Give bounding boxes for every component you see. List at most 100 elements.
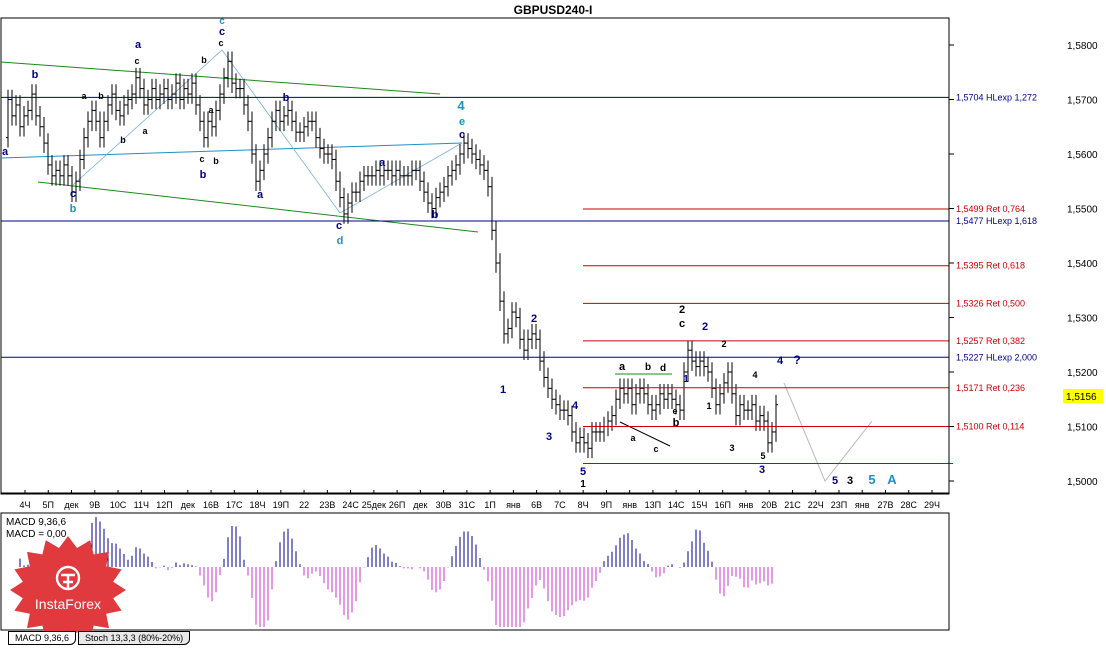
wave-label: ?	[793, 353, 800, 367]
level-label: 1,5477 HLexp 1,618	[956, 216, 1037, 226]
level-label: 1,5100 Ret 0,114	[956, 422, 1024, 432]
time-tick-label: 13П	[645, 500, 661, 510]
time-tick-label: 22	[299, 500, 309, 510]
time-tick-label: 23П	[831, 500, 847, 510]
wave-label: 2	[679, 304, 685, 316]
wave-label: d	[337, 235, 344, 247]
wave-label: 5	[580, 466, 586, 478]
wave-label: b	[645, 362, 651, 373]
logo-text: InstaForex	[34, 596, 102, 612]
chart-canvas: 1,5704 HLexp 1,272 1,5499 Ret 0,764 1,5477…	[0, 3, 1103, 631]
tab-stoch[interactable]: Stoch 13,3,3 (80%-20%)	[78, 631, 191, 645]
wave-label: c	[134, 56, 139, 66]
wave-label: 4	[572, 400, 579, 412]
wave-label: c	[199, 154, 204, 164]
wave-label: 2	[721, 339, 726, 349]
time-tick-label: янв	[506, 500, 521, 510]
time-tick-label: 19П	[273, 500, 289, 510]
time-tick-label: 12П	[156, 500, 172, 510]
wave-label: b	[98, 91, 104, 101]
price-tick-label: 1,5800	[1067, 41, 1098, 52]
chart-window: 1,5704 HLexp 1,272 1,5499 Ret 0,764 1,5477…	[0, 0, 1106, 661]
time-tick-label: 23В	[319, 500, 335, 510]
time-tick-label: 31С	[459, 500, 476, 510]
level-label: 1,5326 Ret 0,500	[956, 298, 1025, 308]
wave-label: a	[257, 189, 264, 201]
time-tick-label: 8Ч	[578, 500, 589, 510]
time-tick-label: янв	[622, 500, 637, 510]
wave-label: 3	[759, 464, 765, 476]
wave-label: 2	[531, 313, 537, 325]
wave-label: d	[660, 363, 666, 374]
tab-macd[interactable]: MACD 9,36,6	[8, 631, 77, 645]
price-tick-label: 1,5200	[1067, 368, 1098, 379]
indicator-tab-bar: MACD 9,36,6 Stoch 13,3,3 (80%-20%)	[8, 631, 191, 645]
level-label: 1,5704 HLexp 1,272	[956, 92, 1037, 102]
wave-label: c	[70, 188, 76, 200]
wave-label: 3	[546, 431, 552, 443]
wave-label: 1	[706, 401, 711, 411]
price-tick-label: 1,5300	[1067, 314, 1098, 325]
time-tick-label: 26П	[389, 500, 405, 510]
wave-label: 4	[777, 355, 784, 367]
wave-label: e	[672, 406, 677, 416]
time-tick-label: 9П	[601, 500, 612, 510]
time-tick-label: 29Ч	[924, 500, 940, 510]
time-tick-label: 28С	[900, 500, 917, 510]
wave-label: b	[32, 69, 39, 81]
wave-label: b	[213, 156, 219, 166]
wave-label: a	[379, 157, 386, 169]
indicator-label: MACD 9,36,6	[6, 517, 66, 528]
wave-label: A	[887, 472, 897, 487]
wave-label: e	[459, 116, 465, 128]
level-label: 1,5257 Ret 0,382	[956, 336, 1025, 346]
wave-label: b	[283, 92, 290, 104]
wave-label: b	[120, 135, 126, 145]
time-tick-label: 27В	[877, 500, 893, 510]
price-tick-label: 1,5000	[1067, 477, 1098, 488]
wave-label: b	[673, 417, 680, 429]
wave-label: 3	[847, 475, 853, 487]
price-tick-label: 1,5600	[1067, 150, 1098, 161]
wave-label: 1	[580, 479, 586, 490]
time-tick-label: янв	[855, 500, 870, 510]
wave-label: a	[2, 146, 9, 158]
level-label: 1,5395 Ret 0,618	[956, 261, 1025, 271]
price-tick-label: 1,5400	[1067, 259, 1098, 270]
price-tick-label: 1,5700	[1067, 96, 1098, 107]
wave-label: b	[200, 169, 207, 181]
wave-label: a	[619, 361, 626, 373]
wave-label: 5	[832, 475, 838, 487]
time-tick-label: 16П	[714, 500, 730, 510]
level-label: 1,5499 Ret 0,764	[956, 204, 1025, 214]
macd-panel	[0, 512, 950, 631]
level-label: 1,5171 Ret 0,236	[956, 383, 1025, 393]
time-tick-label: 4Ч	[19, 500, 30, 510]
wave-label: 1	[500, 384, 506, 396]
time-tick-label: 6В	[531, 500, 542, 510]
chart-title: GBPUSD240-I	[514, 3, 593, 17]
time-tick-label: 22Ч	[808, 500, 824, 510]
wave-label: 1	[683, 374, 689, 385]
time-tick-label: 1П	[484, 500, 495, 510]
wave-label: b	[201, 55, 207, 65]
wave-label: 3	[729, 443, 734, 453]
time-tick-label: 11Ч	[134, 500, 149, 510]
wave-label: 4	[752, 370, 757, 380]
price-tick-label: 1,5500	[1067, 205, 1098, 216]
time-tick-label: 10С	[110, 500, 127, 510]
time-tick-label: 30В	[436, 500, 452, 510]
time-tick-label: дек	[181, 500, 195, 510]
time-tick-label: 24С	[342, 500, 359, 510]
wave-label: c	[336, 220, 342, 232]
time-tick-label: 18Ч	[250, 500, 266, 510]
wave-label: 2	[702, 321, 708, 333]
wave-label: c	[218, 38, 223, 48]
wave-label: 5	[868, 472, 875, 487]
time-tick-label: янв	[739, 500, 754, 510]
wave-label: 4	[457, 98, 465, 113]
wave-label: c	[459, 129, 465, 141]
wave-label: c	[219, 26, 225, 38]
time-tick-label: 7С	[554, 500, 566, 510]
time-tick-label: 15Ч	[691, 500, 707, 510]
